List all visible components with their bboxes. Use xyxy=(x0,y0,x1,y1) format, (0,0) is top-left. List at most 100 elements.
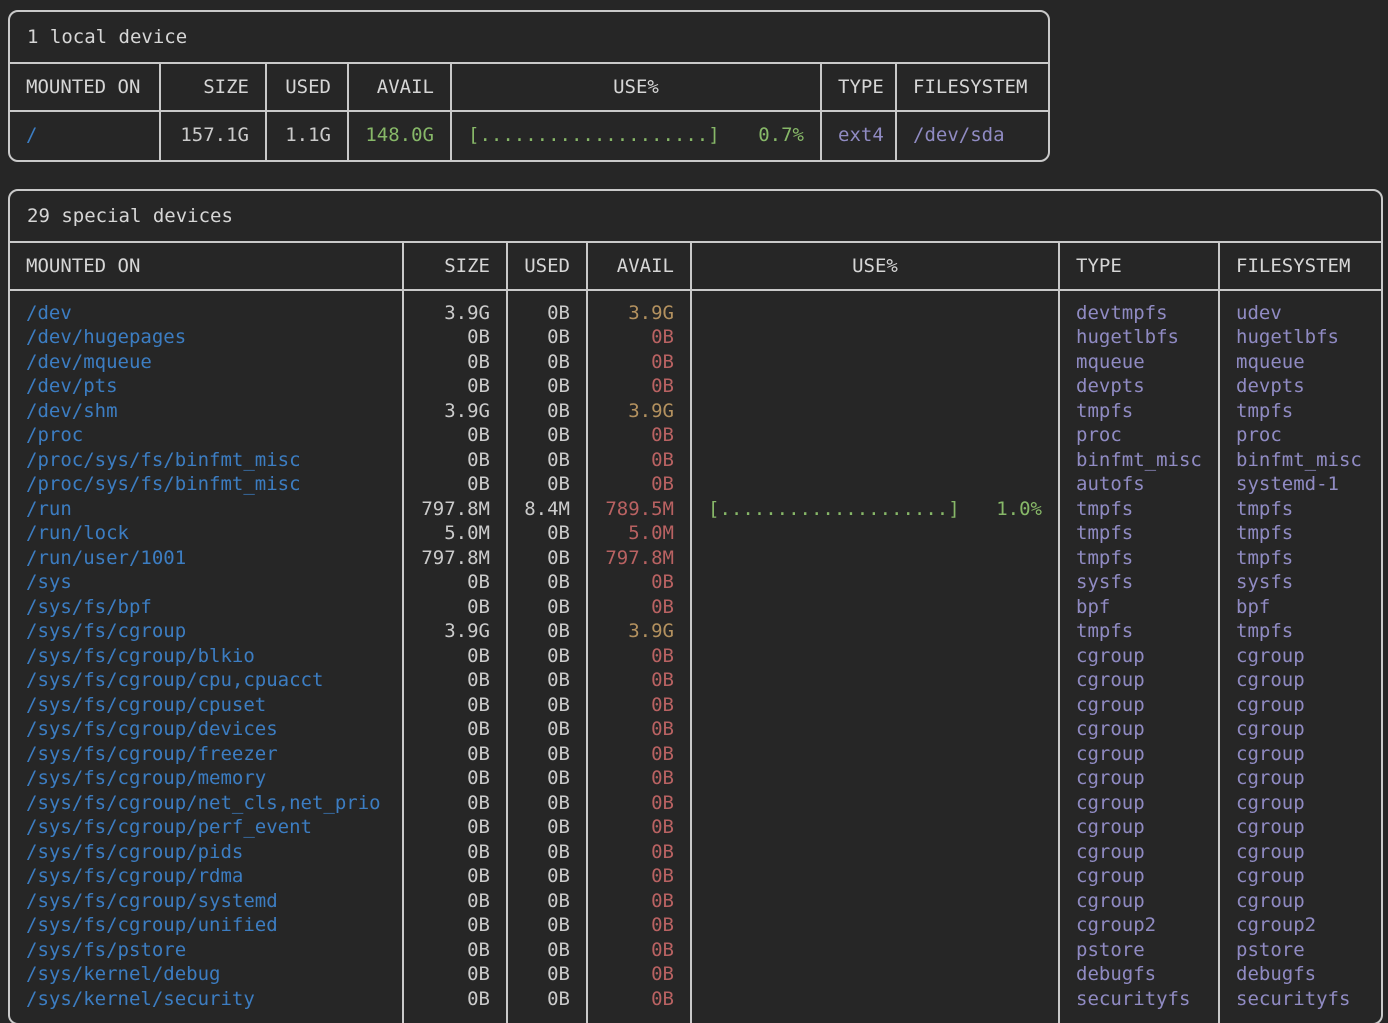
device-row: /dev/hugepages0B0B0Bhugetlbfshugetlbfs xyxy=(10,325,1381,350)
mounted-on-cell: /proc/sys/fs/binfmt_misc xyxy=(10,472,402,497)
filesystem-cell: /dev/sda xyxy=(895,112,1044,160)
used-cell: 0B xyxy=(506,864,586,889)
size-cell: 797.8M xyxy=(402,497,506,522)
filesystem-cell: tmpfs xyxy=(1218,521,1377,546)
size-cell: 0B xyxy=(402,962,506,987)
device-row: /sys/fs/pstore0B0B0Bpstorepstore xyxy=(10,938,1381,963)
filesystem-cell: tmpfs xyxy=(1218,619,1377,644)
use-percent-cell xyxy=(690,913,1058,938)
use-percent-cell xyxy=(690,472,1058,497)
used-cell: 0B xyxy=(506,693,586,718)
use-percent-cell xyxy=(690,693,1058,718)
filesystem-cell: cgroup xyxy=(1218,766,1377,791)
use-percent-cell xyxy=(690,766,1058,791)
mounted-on-cell: /run/lock xyxy=(10,521,402,546)
avail-cell: 0B xyxy=(586,840,690,865)
special-devices-body: /dev3.9G0B3.9Gdevtmpfsudev/dev/hugepages… xyxy=(10,291,1381,1023)
special-devices-table-title: 29 special devices xyxy=(10,191,1381,243)
avail-cell: 0B xyxy=(586,472,690,497)
filesystem-cell: proc xyxy=(1218,423,1377,448)
use-percent-cell xyxy=(690,644,1058,669)
type-cell: cgroup xyxy=(1058,766,1218,791)
use-percent-cell xyxy=(690,325,1058,350)
mounted-on-cell: /sys/fs/cgroup/freezer xyxy=(10,742,402,767)
used-cell: 0B xyxy=(506,644,586,669)
device-row: /proc0B0B0Bprocproc xyxy=(10,423,1381,448)
type-cell: cgroup xyxy=(1058,693,1218,718)
use-percent-cell xyxy=(690,570,1058,595)
used-cell: 0B xyxy=(506,546,586,571)
size-cell: 0B xyxy=(402,595,506,620)
device-row: /sys/fs/cgroup/cpuset0B0B0Bcgroupcgroup xyxy=(10,693,1381,718)
avail-cell: 0B xyxy=(586,913,690,938)
size-cell: 0B xyxy=(402,864,506,889)
size-cell: 157.1G xyxy=(159,112,265,160)
size-cell: 0B xyxy=(402,913,506,938)
used-cell: 0B xyxy=(506,472,586,497)
used-cell: 0B xyxy=(506,570,586,595)
used-cell: 0B xyxy=(506,987,586,1023)
local-devices-table-title: 1 local device xyxy=(10,12,1048,64)
header-size: SIZE xyxy=(402,243,506,289)
use-percent-cell xyxy=(690,987,1058,1023)
filesystem-cell: cgroup xyxy=(1218,644,1377,669)
type-cell: hugetlbfs xyxy=(1058,325,1218,350)
filesystem-cell: cgroup xyxy=(1218,693,1377,718)
used-cell: 0B xyxy=(506,668,586,693)
used-cell: 0B xyxy=(506,521,586,546)
filesystem-cell: tmpfs xyxy=(1218,546,1377,571)
usage-bar: [....................] xyxy=(468,123,720,148)
avail-cell: 0B xyxy=(586,570,690,595)
mounted-on-cell: /sys/kernel/security xyxy=(10,987,402,1023)
use-percent-cell xyxy=(690,962,1058,987)
mounted-on-cell: /sys/fs/cgroup/perf_event xyxy=(10,815,402,840)
device-row: /sys/fs/cgroup/cpu,cpuacct0B0B0Bcgroupcg… xyxy=(10,668,1381,693)
filesystem-cell: cgroup xyxy=(1218,864,1377,889)
used-cell: 0B xyxy=(506,350,586,375)
special-devices-table: 29 special devices MOUNTED ON SIZE USED … xyxy=(8,189,1383,1023)
size-cell: 0B xyxy=(402,570,506,595)
size-cell: 0B xyxy=(402,889,506,914)
device-row: /sys/fs/cgroup/pids0B0B0Bcgroupcgroup xyxy=(10,840,1381,865)
usage-percent: 1.0% xyxy=(996,497,1042,522)
used-cell: 0B xyxy=(506,399,586,424)
filesystem-cell: cgroup xyxy=(1218,840,1377,865)
avail-cell: 0B xyxy=(586,962,690,987)
size-cell: 3.9G xyxy=(402,291,506,326)
device-row: /sys/kernel/security0B0B0Bsecurityfssecu… xyxy=(10,987,1381,1023)
avail-cell: 0B xyxy=(586,791,690,816)
avail-cell: 3.9G xyxy=(586,399,690,424)
size-cell: 0B xyxy=(402,938,506,963)
type-cell: ext4 xyxy=(820,112,895,160)
filesystem-cell: pstore xyxy=(1218,938,1377,963)
avail-cell: 0B xyxy=(586,693,690,718)
size-cell: 0B xyxy=(402,448,506,473)
header-size: SIZE xyxy=(159,64,265,110)
use-percent-cell xyxy=(690,864,1058,889)
use-percent-cell xyxy=(690,938,1058,963)
use-percent-cell xyxy=(690,815,1058,840)
filesystem-cell: cgroup xyxy=(1218,791,1377,816)
type-cell: cgroup xyxy=(1058,864,1218,889)
avail-cell: 0B xyxy=(586,889,690,914)
mounted-on-cell: /sys xyxy=(10,570,402,595)
mounted-on-cell: /dev/hugepages xyxy=(10,325,402,350)
mounted-on-cell: /sys/fs/cgroup/net_cls,net_prio xyxy=(10,791,402,816)
size-cell: 797.8M xyxy=(402,546,506,571)
used-cell: 0B xyxy=(506,840,586,865)
type-cell: tmpfs xyxy=(1058,546,1218,571)
type-cell: mqueue xyxy=(1058,350,1218,375)
avail-cell: 0B xyxy=(586,423,690,448)
type-cell: tmpfs xyxy=(1058,497,1218,522)
used-cell: 8.4M xyxy=(506,497,586,522)
device-row: /dev3.9G0B3.9Gdevtmpfsudev xyxy=(10,291,1381,326)
avail-cell: 797.8M xyxy=(586,546,690,571)
device-row: /sys/fs/cgroup/perf_event0B0B0Bcgroupcgr… xyxy=(10,815,1381,840)
use-percent-cell: [....................]0.7% xyxy=(450,112,820,160)
local-devices-table: 1 local device MOUNTED ON SIZE USED AVAI… xyxy=(8,10,1050,162)
filesystem-cell: devpts xyxy=(1218,374,1377,399)
filesystem-cell: mqueue xyxy=(1218,350,1377,375)
size-cell: 3.9G xyxy=(402,399,506,424)
use-percent-cell xyxy=(690,742,1058,767)
mounted-on-cell: /dev/mqueue xyxy=(10,350,402,375)
